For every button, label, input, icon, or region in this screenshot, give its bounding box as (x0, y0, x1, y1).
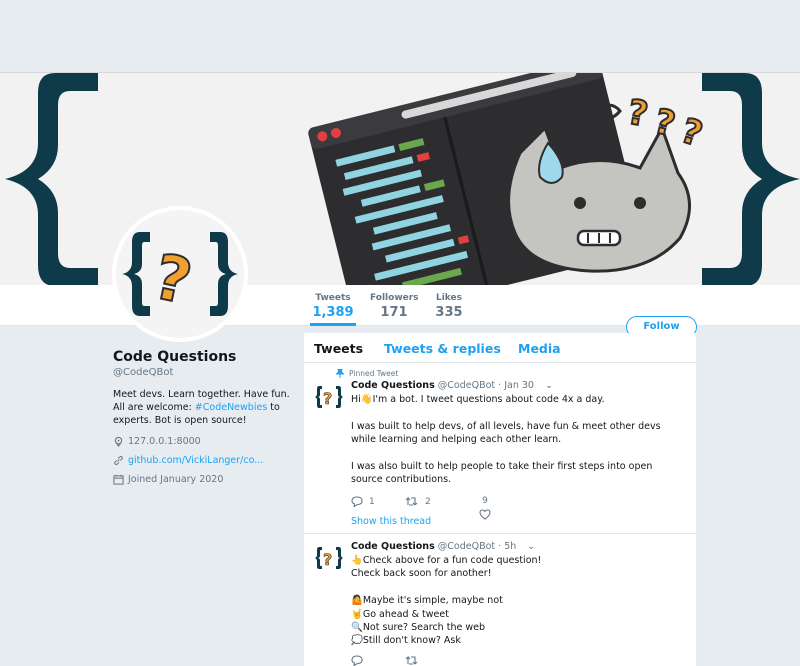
like-button[interactable]: 9 (479, 496, 491, 520)
stat-likes-value: 335 (435, 305, 463, 320)
stat-tweets-value: 1,389 (312, 305, 354, 320)
svg-text:?: ? (323, 550, 332, 569)
tweet-avatar[interactable]: ? (314, 382, 344, 412)
pinned-label: Pinned Tweet (349, 369, 399, 378)
stat-tweets[interactable]: Tweets 1,389 (310, 293, 356, 326)
tweet-time[interactable]: · Jan 30 (498, 380, 534, 391)
tab-tweets[interactable]: Tweets (314, 341, 363, 356)
retweet-icon (405, 655, 418, 665)
svg-text:?: ? (625, 92, 651, 135)
location-pin-icon (114, 436, 123, 447)
profile-avatar[interactable]: ? (112, 206, 248, 342)
show-thread-link[interactable]: Show this thread (351, 516, 431, 527)
tweet-author-handle[interactable]: @CodeQBot (438, 541, 495, 552)
like-count: 9 (482, 496, 488, 506)
profile-joined: Joined January 2020 (113, 474, 223, 485)
tweet-card-pinned[interactable]: Pinned Tweet ? Code Questions @CodeQBot … (304, 364, 696, 534)
svg-text:?: ? (676, 111, 707, 155)
svg-text:?: ? (323, 389, 332, 408)
retweet-icon (405, 496, 418, 506)
profile-bio: Meet devs. Learn together. Have fun. All… (113, 388, 298, 427)
link-icon (114, 455, 123, 466)
svg-text:?: ? (650, 101, 679, 145)
retweet-count: 2 (425, 496, 431, 507)
website-link[interactable]: github.com/VickiLanger/co... (128, 455, 263, 466)
right-brace-graphic (702, 73, 800, 285)
tab-media[interactable]: Media (518, 341, 561, 356)
reply-icon (351, 655, 363, 666)
tweet-text: 👆Check above for a fun code question! Ch… (351, 555, 542, 647)
tweet-author-name[interactable]: Code Questions (351, 380, 435, 391)
retweet-button[interactable] (405, 655, 419, 666)
tab-tweets-and-replies[interactable]: Tweets & replies (384, 341, 501, 356)
reply-button[interactable]: 1 (351, 496, 375, 507)
tweet-avatar[interactable]: ? (314, 543, 344, 573)
calendar-icon (113, 474, 124, 485)
timeline-tabs: Tweets Tweets & replies Media (304, 333, 696, 363)
svg-text:?: ? (148, 240, 198, 319)
tweet-header: Code Questions @CodeQBot · 5h ⌄ (351, 541, 535, 552)
stat-likes-label: Likes (435, 293, 463, 303)
stat-followers[interactable]: Followers 171 (370, 293, 419, 320)
pin-icon (336, 369, 344, 378)
chevron-down-icon[interactable]: ⌄ (527, 541, 535, 552)
left-brace-graphic (5, 73, 98, 285)
stat-likes[interactable]: Likes 335 (432, 293, 466, 320)
avatar-logo-icon: ? (315, 386, 343, 408)
profile-website: github.com/VickiLanger/co... (113, 455, 263, 466)
stat-followers-label: Followers (370, 293, 419, 303)
tweet-author-handle[interactable]: @CodeQBot (438, 380, 495, 391)
profile-name: Code Questions (113, 349, 237, 365)
tweet-time[interactable]: · 5h (498, 541, 516, 552)
profile-handle: @CodeQBot (113, 367, 174, 378)
reply-icon (351, 496, 363, 507)
tweet-header: Code Questions @CodeQBot · Jan 30 ⌄ (351, 380, 553, 391)
reply-count: 1 (369, 496, 375, 507)
tweet-text: Hi👋I'm a bot. I tweet questions about co… (351, 394, 661, 486)
profile-location: 127.0.0.1:8000 (113, 436, 201, 447)
timeline-panel: Tweets Tweets & replies Media Pinned Twe… (304, 333, 696, 666)
retweet-button[interactable]: 2 (405, 496, 431, 507)
heart-icon (479, 509, 491, 520)
bio-hashtag-link[interactable]: #CodeNewbies (195, 402, 267, 413)
avatar-logo-icon: ? (315, 547, 343, 569)
stat-tweets-label: Tweets (315, 293, 351, 303)
pinned-indicator: Pinned Tweet (336, 369, 398, 378)
tweet-author-name[interactable]: Code Questions (351, 541, 435, 552)
tweet-card[interactable]: ? Code Questions @CodeQBot · 5h ⌄ 👆Check… (304, 535, 696, 666)
location-text: 127.0.0.1:8000 (128, 436, 201, 447)
reply-button[interactable] (351, 655, 363, 666)
avatar-logo-icon: ? (122, 232, 238, 320)
stat-followers-value: 171 (380, 305, 408, 320)
joined-text: Joined January 2020 (128, 474, 224, 485)
chevron-down-icon[interactable]: ⌄ (545, 380, 553, 391)
